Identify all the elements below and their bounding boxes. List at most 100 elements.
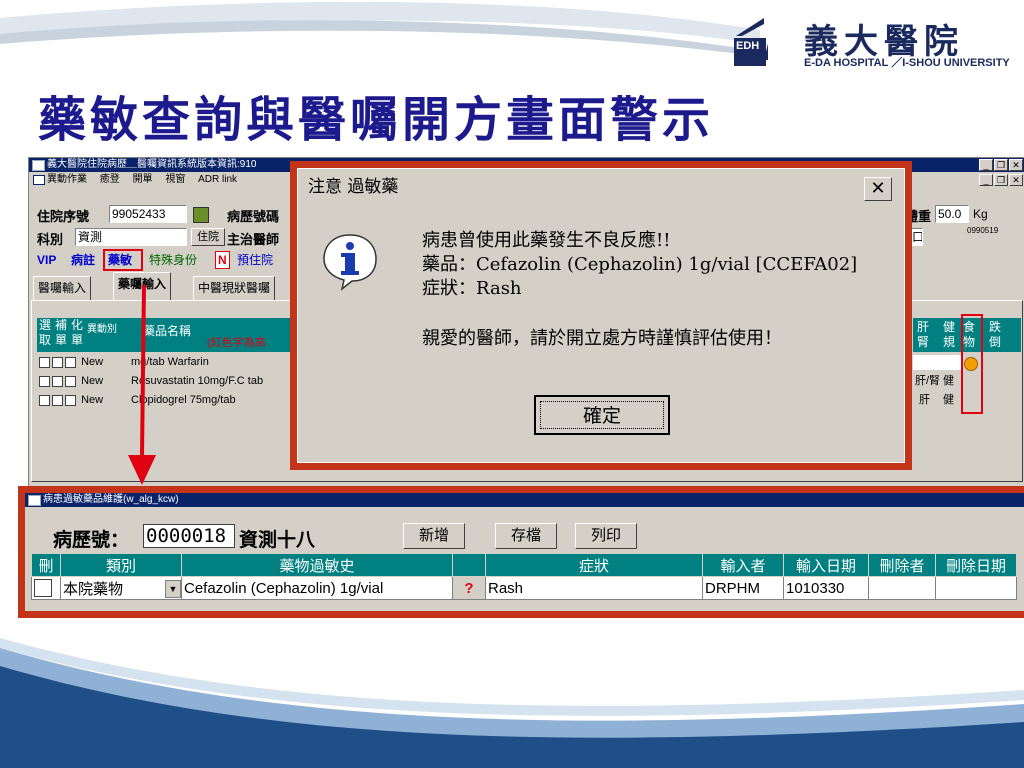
allergy-window-frame: 病患過敏藥品維護(w_alg_kcw) 病歷號： 0000018 資測十八 新增…: [18, 486, 1024, 618]
col-delete: 刪: [31, 553, 61, 577]
allergy-table: 刪 類別 藥物過敏史 症狀 輸入者 輸入日期 刪除者 刪除日期 本院藥物 ▼ Ce…: [31, 553, 1017, 600]
symptom-cell[interactable]: Rash: [485, 576, 703, 600]
row-health-rule: 健: [943, 375, 954, 387]
code-small: 0990519: [967, 226, 999, 235]
chemo-checkbox[interactable]: [65, 356, 76, 368]
row-status: New: [81, 356, 104, 368]
logo-box-text: EDH: [736, 40, 760, 52]
dialog-line-symptom: 症狀：Rash: [422, 278, 522, 299]
select-checkbox[interactable]: [39, 394, 50, 406]
chemo-checkbox[interactable]: [65, 375, 76, 387]
col-q: [452, 553, 486, 577]
deleted-by-cell: [868, 576, 936, 600]
logo-english-name: E-DA HOSPITAL ／I-SHOU UNIVERSITY: [804, 57, 1010, 69]
tab-tcm-order[interactable]: 中醫現狀醫囑: [193, 276, 276, 301]
window-icon: [32, 160, 45, 171]
vip-tag[interactable]: VIP: [37, 252, 56, 268]
menu-item-order[interactable]: 開單: [133, 174, 153, 185]
row-status: New: [81, 394, 104, 406]
dialog-close-icon[interactable]: ✕: [864, 177, 892, 201]
weight-field[interactable]: 50.0: [935, 205, 969, 223]
doctor-label: 主治醫師: [227, 233, 280, 248]
tab-order-input[interactable]: 醫囑輸入: [33, 276, 92, 301]
lookup-icon[interactable]: [193, 207, 209, 223]
menu-item-window[interactable]: 視窗: [165, 174, 185, 185]
chart-no-label: 病歷號：: [53, 529, 130, 551]
allergy-tag[interactable]: 藥敏: [108, 252, 132, 268]
weight-unit: Kg: [973, 207, 988, 221]
table-header-row: 刪 類別 藥物過敏史 症狀 輸入者 輸入日期 刪除者 刪除日期: [31, 553, 1017, 577]
window-icon: [28, 495, 41, 506]
col-fall: 跌倒: [989, 320, 1002, 349]
supplement-checkbox[interactable]: [52, 375, 63, 387]
n-flag-tag[interactable]: N: [215, 251, 230, 269]
pre-admit-tag[interactable]: 預住院: [237, 252, 273, 268]
delete-checkbox[interactable]: [34, 579, 52, 598]
bottom-swoosh: [0, 638, 1024, 768]
deleted-date-cell: [935, 576, 1017, 600]
col-select: 選取: [39, 318, 52, 347]
dept-label: 科別: [37, 233, 64, 248]
child-restore-icon[interactable]: ❐: [994, 174, 1008, 186]
dropdown-arrow-icon[interactable]: ▼: [165, 580, 181, 598]
admission-no-label: 住院序號: [37, 210, 90, 225]
hospital-logo: EDH 義大醫院 E-DA HOSPITAL ／I-SHOU UNIVERSIT…: [734, 8, 1024, 70]
col-category: 類別: [60, 553, 182, 577]
table-row[interactable]: New mg/tab Warfarin: [39, 355, 209, 370]
allergy-window-titlebar: 病患過敏藥品維護(w_alg_kcw): [25, 493, 1024, 507]
allergy-alert-dialog: 注意 過敏藥 ✕ 病患曾使用此藥發生不良反應!! 藥品：Cefazolin (C…: [290, 161, 912, 470]
col-change: 異動別: [87, 324, 117, 335]
add-button[interactable]: 新增: [403, 523, 465, 549]
chart-no-label: 病歷號碼: [227, 210, 280, 225]
supplement-checkbox[interactable]: [52, 394, 63, 406]
dialog-line-drug: 藥品：Cefazolin (Cephazolin) 1g/vial [CCEFA…: [422, 254, 858, 275]
main-window-title: 義大醫院住院病歷＿醫囑資訊系統版本資訊:910: [47, 159, 257, 170]
chemo-checkbox[interactable]: [65, 394, 76, 406]
select-checkbox[interactable]: [39, 356, 50, 368]
ward-button[interactable]: 住院: [191, 228, 225, 246]
col-liver-kidney: 肝腎: [917, 320, 930, 349]
arrow-icon: [128, 285, 156, 485]
supplement-checkbox[interactable]: [52, 356, 63, 368]
row-right-cells: [913, 355, 961, 370]
menu-item-change[interactable]: 異動作業: [47, 174, 87, 185]
drug-cell[interactable]: Cefazolin (Cephazolin) 1g/vial: [181, 576, 453, 600]
table-row[interactable]: 本院藥物 ▼ Cefazolin (Cephazolin) 1g/vial ? R…: [31, 576, 1017, 600]
col-deleted-date: 刪除日期: [935, 553, 1017, 577]
row-status: New: [81, 375, 104, 387]
child-minimize-icon[interactable]: _: [979, 174, 993, 186]
table-row[interactable]: New Rosuvastatin 10mg/F.C tab: [39, 374, 263, 389]
dialog-line-warning: 病患曾使用此藥發生不良反應!!: [422, 230, 671, 251]
print-button[interactable]: 列印: [575, 523, 637, 549]
col-symptom: 症狀: [485, 553, 703, 577]
special-id-tag[interactable]: 特殊身份: [149, 252, 197, 268]
col-deleted-by: 刪除者: [868, 553, 936, 577]
row-health-rule: 健: [943, 394, 954, 406]
restore-icon[interactable]: ❐: [994, 159, 1008, 171]
disease-note-tag[interactable]: 病註: [71, 252, 95, 268]
select-checkbox[interactable]: [39, 375, 50, 387]
table-row[interactable]: New Clopidogrel 75mg/tab: [39, 393, 236, 408]
row-liver-kidney: 肝: [919, 394, 930, 406]
allergy-maintenance-window: 病患過敏藥品維護(w_alg_kcw) 病歷號： 0000018 資測十八 新增…: [25, 493, 1024, 611]
question-button[interactable]: ?: [452, 576, 486, 600]
allergy-window-title: 病患過敏藥品維護(w_alg_kcw): [43, 494, 179, 505]
food-alert-icon[interactable]: [964, 357, 978, 371]
save-button[interactable]: 存檔: [495, 523, 557, 549]
child-close-icon[interactable]: ✕: [1009, 174, 1023, 186]
delete-cell[interactable]: [31, 576, 61, 600]
close-icon[interactable]: ✕: [1009, 159, 1023, 171]
info-icon: [323, 234, 377, 291]
category-value: 本院藥物: [63, 580, 124, 598]
admission-no-field[interactable]: 99052433: [109, 205, 187, 223]
minimize-icon[interactable]: _: [979, 159, 993, 171]
menu-item-register[interactable]: 癒登: [100, 174, 120, 185]
grid-header-left: 選取 補單 化單 異動別 藥品名稱 (紅色字為高: [37, 318, 299, 352]
entered-by-cell: DRPHM: [702, 576, 784, 600]
ok-button[interactable]: 確定: [534, 395, 670, 435]
chart-no-field[interactable]: 0000018: [143, 524, 235, 548]
col-health-rule: 健規: [943, 320, 956, 349]
category-cell[interactable]: 本院藥物 ▼: [60, 576, 182, 600]
menu-item-adr-link[interactable]: ADR link: [198, 174, 237, 185]
dept-field[interactable]: 資測: [75, 228, 187, 246]
